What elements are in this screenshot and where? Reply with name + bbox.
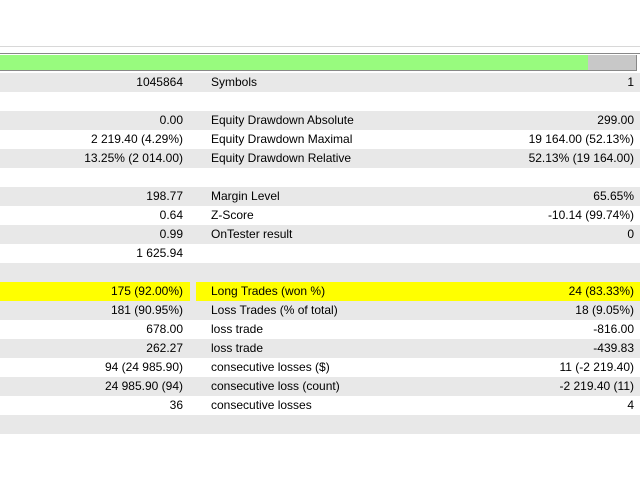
value-cell: 94 (24 985.90): [104, 360, 183, 374]
value2-cell: 18 (9.05%): [575, 303, 634, 317]
results-table: 1045864 Symbols 1 0.00 Equity Drawdown Absol…: [0, 73, 640, 434]
value-cell: 0.99: [159, 227, 183, 241]
table-row[interactable]: [0, 263, 640, 282]
value-cell: 181 (90.95%): [110, 303, 183, 317]
value2-cell: 24 (83.33%): [568, 284, 634, 298]
value-cell: 678.00: [146, 322, 183, 336]
table-row[interactable]: 0.00 Equity Drawdown Absolute 299.00: [0, 111, 640, 130]
value2-cell: 0: [627, 227, 634, 241]
label-cell: OnTester result: [211, 227, 293, 241]
label-cell: consecutive loss (count): [211, 379, 340, 393]
table-row[interactable]: [0, 415, 640, 434]
table-row[interactable]: 1 625.94: [0, 244, 640, 263]
table-row[interactable]: 181 (90.95%) Loss Trades (% of total) 18 (…: [0, 301, 640, 320]
value2-cell: 299.00: [597, 113, 634, 127]
value-cell: 2 219.40 (4.29%): [90, 132, 183, 146]
table-row[interactable]: [0, 168, 640, 187]
label-cell: Z-Score: [211, 208, 254, 222]
table-row[interactable]: 0.64 Z-Score -10.14 (99.74%): [0, 206, 640, 225]
table-row[interactable]: 24 985.90 (94) consecutive loss (count) -2…: [0, 377, 640, 396]
value2-cell: 52.13% (19 164.00): [528, 151, 634, 165]
table-row[interactable]: 198.77 Margin Level 65.65%: [0, 187, 640, 206]
value-cell: 13.25% (2 014.00): [84, 151, 183, 165]
progress-fill: [0, 55, 589, 70]
label-cell: loss trade: [211, 341, 264, 355]
progress-bar: [0, 55, 637, 71]
label-cell: Margin Level: [211, 189, 280, 203]
value-cell: 198.77: [146, 189, 183, 203]
label-cell: Equity Drawdown Absolute: [211, 113, 354, 127]
label-cell: Equity Drawdown Maximal: [211, 132, 353, 146]
value-cell: 0.64: [159, 208, 183, 222]
value2-cell: 4: [627, 398, 634, 412]
label-cell: Long Trades (won %): [211, 284, 326, 298]
label-cell: consecutive losses: [211, 398, 312, 412]
value-cell: 0.00: [159, 113, 183, 127]
value2-cell: -10.14 (99.74%): [547, 208, 634, 222]
table-row[interactable]: 0.99 OnTester result 0: [0, 225, 640, 244]
table-row[interactable]: 2 219.40 (4.29%) Equity Drawdown Maximal 1…: [0, 130, 640, 149]
table-row[interactable]: 1045864 Symbols 1: [0, 73, 640, 92]
value-cell: 36: [169, 398, 183, 412]
table-row[interactable]: [0, 92, 640, 111]
value2-cell: 11 (-2 219.40): [559, 360, 635, 374]
highlight-gap: [190, 282, 196, 301]
table-row[interactable]: 262.27 loss trade -439.83: [0, 339, 640, 358]
value2-cell: -439.83: [593, 341, 634, 355]
label-cell: Loss Trades (% of total): [211, 303, 338, 317]
label-cell: consecutive losses ($): [211, 360, 330, 374]
label-cell: Equity Drawdown Relative: [211, 151, 352, 165]
table-row[interactable]: 678.00 loss trade -816.00: [0, 320, 640, 339]
table-row[interactable]: 94 (24 985.90) consecutive losses ($) 11 (…: [0, 358, 640, 377]
value2-cell: -816.00: [593, 322, 634, 336]
value-cell: 24 985.90 (94): [104, 379, 183, 393]
value2-cell: -2 219.40 (11): [559, 379, 635, 393]
value2-cell: 65.65%: [593, 189, 634, 203]
value-cell: 1045864: [136, 75, 183, 89]
label-cell: Symbols: [211, 75, 258, 89]
label-cell: loss trade: [211, 322, 264, 336]
table-row[interactable]: 175 (92.00%) Long Trades (won %) 24 (83.33…: [0, 282, 640, 301]
value-cell: 1 625.94: [136, 246, 183, 260]
table-row[interactable]: 13.25% (2 014.00) Equity Drawdown Relativ…: [0, 149, 640, 168]
value-cell: 262.27: [146, 341, 183, 355]
value2-cell: 19 164.00 (52.13%): [528, 132, 634, 146]
table-row[interactable]: 36 consecutive losses 4: [0, 396, 640, 415]
divider: [0, 53, 640, 54]
divider: [0, 46, 640, 47]
value2-cell: 1: [627, 75, 634, 89]
value-cell: 175 (92.00%): [110, 284, 183, 298]
